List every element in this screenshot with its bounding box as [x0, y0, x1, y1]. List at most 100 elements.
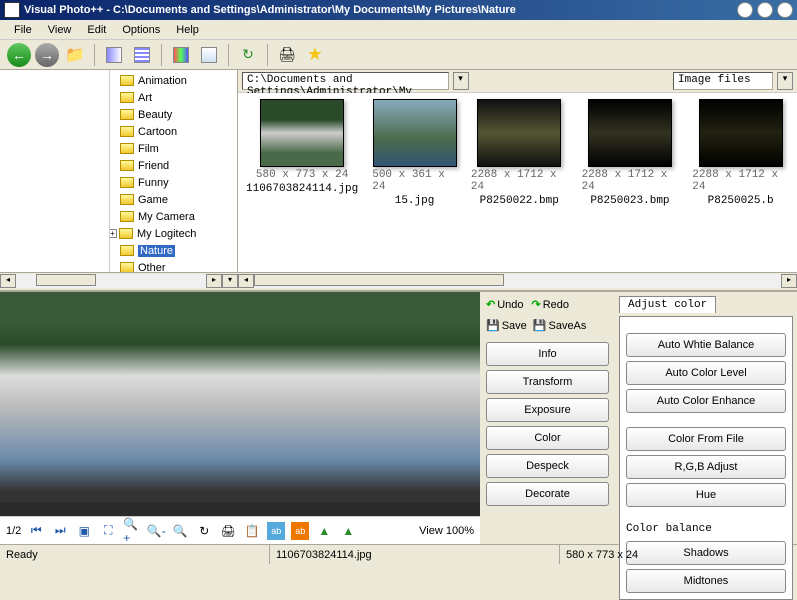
tree-item-friend[interactable]: Friend	[112, 157, 235, 174]
thumb-item[interactable]: 2288 x 1712 x 24 P8250025.b	[692, 99, 789, 266]
rgb-adjust-button[interactable]: R,G,B Adjust	[626, 455, 786, 479]
edit-panel: ↶Undo ↷Redo 💾Save 💾SaveAs Info Transform…	[480, 292, 615, 544]
fullscreen-button[interactable]: ⛶	[99, 522, 117, 540]
next-button[interactable]: ⏭	[51, 522, 69, 540]
view-details-button[interactable]	[168, 42, 194, 68]
save-button[interactable]: 💾Save	[486, 319, 527, 332]
folder-icon	[120, 262, 134, 272]
slideshow-button[interactable]: ▣	[75, 522, 93, 540]
text-button[interactable]: ab	[267, 522, 285, 540]
status-ready: Ready	[0, 545, 270, 564]
color-from-file-button[interactable]: Color From File	[626, 427, 786, 451]
copy-button[interactable]: 📋	[243, 522, 261, 540]
menu-help[interactable]: Help	[168, 22, 207, 38]
nav-back-button[interactable]: ←	[6, 42, 32, 68]
info-button[interactable]: Info	[486, 342, 609, 366]
edit-tool-button[interactable]	[196, 42, 222, 68]
close-button[interactable]: ×	[777, 2, 793, 18]
status-dimensions: 580 x 773 x 24	[560, 545, 797, 564]
maximize-button[interactable]: □	[757, 2, 773, 18]
thumb-filename: 1106703824114.jpg	[246, 183, 358, 195]
folder-icon	[120, 245, 134, 256]
tree-item-film[interactable]: Film	[112, 140, 235, 157]
folder-icon	[120, 92, 134, 103]
thumb-dimensions: 2288 x 1712 x 24	[471, 169, 568, 193]
filter-dropdown-arrow[interactable]: ▾	[777, 72, 793, 90]
path-input[interactable]: C:\Documents and Settings\Administrator\…	[242, 72, 449, 90]
statusbar: Ready 1106703824114.jpg 580 x 773 x 24	[0, 544, 797, 564]
preview-image-panel: 1/2 ⏮ ⏭ ▣ ⛶ 🔍+ 🔍- 🔍 ↻ 🖨 📋 ab ab ▲ ▲ View…	[0, 292, 480, 544]
rotate-button[interactable]: ↻	[195, 522, 213, 540]
thumb-item[interactable]: 500 x 361 x 24 15.jpg	[372, 99, 457, 266]
thumb-item[interactable]: 2288 x 1712 x 24 P8250023.bmp	[582, 99, 679, 266]
tree-item-funny[interactable]: Funny	[112, 174, 235, 191]
thumbnail-strip[interactable]: 580 x 773 x 24 1106703824114.jpg 500 x 3…	[238, 93, 797, 272]
view-thumb-button[interactable]	[101, 42, 127, 68]
folder-up-button[interactable]: 📁	[62, 42, 88, 68]
thumb-dimensions: 2288 x 1712 x 24	[582, 169, 679, 193]
tree-item-logitech[interactable]: +My Logitech	[112, 225, 235, 242]
path-bar: C:\Documents and Settings\Administrator\…	[238, 70, 797, 93]
decorate-button[interactable]: Decorate	[486, 482, 609, 506]
minimize-button[interactable]: –	[737, 2, 753, 18]
view-list-button[interactable]	[129, 42, 155, 68]
tree-item-art[interactable]: Art	[112, 89, 235, 106]
scroll-right-icon[interactable]: ▸	[206, 274, 222, 288]
favorite-button[interactable]: ★	[302, 42, 328, 68]
menu-view[interactable]: View	[40, 22, 80, 38]
thumb-dimensions: 500 x 361 x 24	[372, 169, 457, 193]
auto-wb-button[interactable]: Auto Whtie Balance	[626, 333, 786, 357]
nav-forward-button[interactable]: →	[34, 42, 60, 68]
print-button[interactable]: 🖨	[219, 522, 237, 540]
zoom-fit-button[interactable]: 🔍	[171, 522, 189, 540]
expand-icon[interactable]: +	[110, 229, 117, 238]
thumb-filename: P8250025.b	[708, 195, 774, 207]
prev-button[interactable]: ⏮	[27, 522, 45, 540]
tree-item-other[interactable]: Other	[112, 259, 235, 272]
exposure-button[interactable]: Exposure	[486, 398, 609, 422]
saveas-button[interactable]: 💾SaveAs	[533, 319, 587, 332]
thumb-image	[699, 99, 783, 167]
tree-item-mycamera[interactable]: My Camera	[112, 208, 235, 225]
rename-button[interactable]: ab	[291, 522, 309, 540]
despeck-button[interactable]: Despeck	[486, 454, 609, 478]
transform-button[interactable]: Transform	[486, 370, 609, 394]
zoom-out-button[interactable]: 🔍-	[147, 522, 165, 540]
thumb-image	[373, 99, 457, 167]
undo-button[interactable]: ↶Undo	[486, 298, 524, 311]
thumb-hscroll[interactable]: ◂ ▸	[238, 272, 797, 288]
tree-item-animation[interactable]: Animation	[112, 72, 235, 89]
path-dropdown[interactable]: ▾	[453, 72, 469, 90]
folder-icon	[120, 126, 134, 137]
tree-item-game[interactable]: Game	[112, 191, 235, 208]
hue-button[interactable]: Hue	[626, 483, 786, 507]
auto-level-button[interactable]: Auto Color Level	[626, 361, 786, 385]
redo-button[interactable]: ↷Redo	[532, 298, 570, 311]
thumb-item[interactable]: 2288 x 1712 x 24 P8250022.bmp	[471, 99, 568, 266]
adjust-tab[interactable]: Adjust color	[619, 296, 716, 313]
tool1-button[interactable]: ▲	[315, 522, 333, 540]
scroll-right-icon[interactable]: ▸	[781, 274, 797, 288]
scroll-left-icon[interactable]: ◂	[0, 274, 16, 288]
tree-item-beauty[interactable]: Beauty	[112, 106, 235, 123]
color-button[interactable]: Color	[486, 426, 609, 450]
tree-hscroll[interactable]: ◂ ▸ ▾	[0, 272, 238, 288]
tool2-button[interactable]: ▲	[339, 522, 357, 540]
tree-item-cartoon[interactable]: Cartoon	[112, 123, 235, 140]
filter-dropdown[interactable]: Image files	[673, 72, 773, 90]
tree-item-nature[interactable]: Nature	[112, 242, 235, 259]
folder-tree[interactable]: Animation Art Beauty Cartoon Film Friend…	[110, 70, 237, 272]
refresh-button[interactable]: ↻	[235, 42, 261, 68]
menu-options[interactable]: Options	[114, 22, 168, 38]
zoom-in-button[interactable]: 🔍+	[123, 522, 141, 540]
thumb-item[interactable]: 580 x 773 x 24 1106703824114.jpg	[246, 99, 358, 266]
auto-enhance-button[interactable]: Auto Color Enhance	[626, 389, 786, 413]
title-text: Visual Photo++ - C:\Documents and Settin…	[24, 4, 737, 16]
menu-edit[interactable]: Edit	[79, 22, 114, 38]
midtones-button[interactable]: Midtones	[626, 569, 786, 593]
menu-file[interactable]: File	[6, 22, 40, 38]
print-button[interactable]: 🖨	[274, 42, 300, 68]
preview-area: 1/2 ⏮ ⏭ ▣ ⛶ 🔍+ 🔍- 🔍 ↻ 🖨 📋 ab ab ▲ ▲ View…	[0, 290, 797, 544]
scroll-left-icon[interactable]: ◂	[238, 274, 254, 288]
scroll-down-icon[interactable]: ▾	[222, 274, 238, 288]
